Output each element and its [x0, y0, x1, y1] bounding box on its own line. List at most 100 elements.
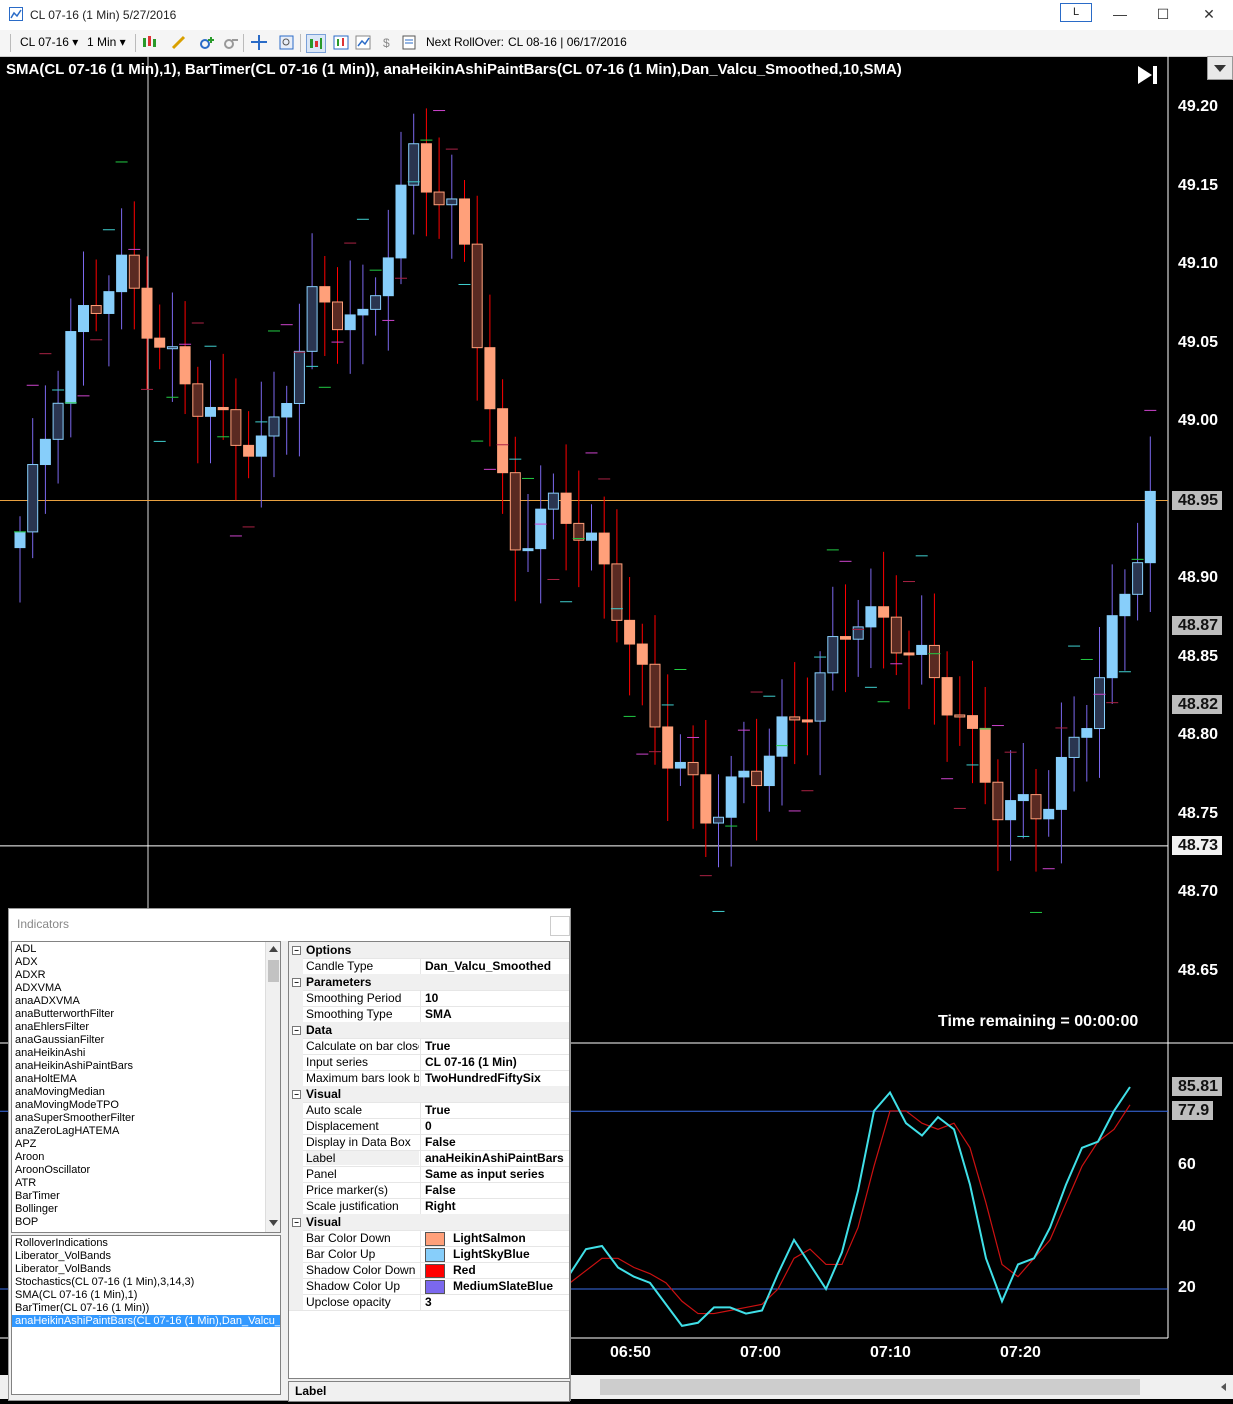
indicator-list-item[interactable]: BarTimer [15, 1190, 60, 1202]
indicator-list-item[interactable]: ADXVMA [15, 982, 61, 994]
indicator-list-item[interactable]: anaHoltEMA [15, 1073, 77, 1085]
property-row[interactable]: Bar Color Up LightSkyBlue [289, 1246, 569, 1263]
property-value[interactable]: CL 07-16 (1 Min) [420, 1054, 569, 1070]
property-category[interactable]: − Visual [289, 1086, 569, 1103]
property-row[interactable]: Displacement 0 [289, 1118, 569, 1135]
property-value[interactable]: Same as input series [420, 1166, 569, 1182]
property-row[interactable]: Maximum bars look back TwoHundredFiftySix [289, 1070, 569, 1087]
indicator-list-item[interactable]: ADX [15, 956, 38, 968]
indicator-list-item[interactable]: anaGaussianFilter [15, 1034, 104, 1046]
property-row[interactable]: Upclose opacity 3 [289, 1294, 569, 1311]
applied-indicator-item[interactable]: RolloverIndications [15, 1237, 108, 1249]
property-row[interactable]: Display in Data Box False [289, 1134, 569, 1151]
bar-chart-icon[interactable] [306, 34, 326, 53]
applied-indicator-item[interactable]: Liberator_VolBands [15, 1263, 111, 1275]
property-row[interactable]: Smoothing Period 10 [289, 990, 569, 1007]
property-row[interactable]: Panel Same as input series [289, 1166, 569, 1183]
property-value[interactable]: True [420, 1102, 569, 1118]
property-row[interactable]: Shadow Color Up MediumSlateBlue [289, 1278, 569, 1295]
property-value[interactable]: Right [420, 1198, 569, 1214]
crosshair-icon[interactable] [250, 34, 268, 51]
dialog-close-button[interactable] [550, 916, 570, 936]
property-value[interactable]: 0 [420, 1118, 569, 1134]
property-value[interactable]: Red [420, 1262, 569, 1278]
interval-selector[interactable]: 1 Min ▾ [87, 35, 126, 49]
indicator-list-item[interactable]: anaMovingMedian [15, 1086, 105, 1098]
time-tick-label: 07:00 [740, 1344, 781, 1361]
collapse-icon[interactable]: − [292, 1090, 301, 1099]
collapse-icon[interactable]: − [292, 978, 301, 987]
property-value[interactable]: SMA [420, 1006, 569, 1022]
properties-icon[interactable] [278, 34, 296, 51]
property-value[interactable]: anaHeikinAshiPaintBars [420, 1150, 569, 1166]
indicator-list-item[interactable]: Bollinger [15, 1203, 58, 1215]
drawing-tool-icon[interactable] [170, 34, 188, 51]
property-value[interactable]: Dan_Valcu_Smoothed [420, 958, 569, 974]
property-row[interactable]: Shadow Color Down Red [289, 1262, 569, 1279]
applied-indicator-item[interactable]: Stochastics(CL 07-16 (1 Min),3,14,3) [15, 1276, 194, 1288]
indicators-icon[interactable] [332, 34, 350, 51]
data-box-icon[interactable] [400, 34, 418, 51]
link-button[interactable]: L [1060, 3, 1092, 22]
indicator-list-item[interactable]: BOP [15, 1216, 38, 1228]
zoom-out-icon[interactable] [222, 34, 240, 51]
property-value[interactable]: MediumSlateBlue [420, 1278, 569, 1294]
indicator-list-item[interactable]: APZ [15, 1138, 36, 1150]
indicator-list-item[interactable]: anaHeikinAshiPaintBars [15, 1060, 133, 1072]
indicator-list-item[interactable]: anaMovingModeTPO [15, 1099, 119, 1111]
property-row[interactable]: Bar Color Down LightSalmon [289, 1230, 569, 1247]
property-category[interactable]: − Options [289, 942, 569, 959]
property-value[interactable]: TwoHundredFiftySix [420, 1070, 569, 1086]
property-value[interactable]: True [420, 1038, 569, 1054]
property-row[interactable]: Auto scale True [289, 1102, 569, 1119]
chevron-down-icon[interactable] [1207, 56, 1233, 80]
chart-style-icon[interactable] [141, 34, 159, 51]
property-row[interactable]: Input series CL 07-16 (1 Min) [289, 1054, 569, 1071]
property-category[interactable]: − Visual [289, 1214, 569, 1231]
applied-indicator-item[interactable]: anaHeikinAshiPaintBars(CL 07-16 (1 Min),… [12, 1315, 280, 1327]
property-row[interactable]: Scale justification Right [289, 1198, 569, 1215]
property-category[interactable]: − Data [289, 1022, 569, 1039]
indicator-list-item[interactable]: ADXR [15, 969, 46, 981]
strategies-icon[interactable] [354, 34, 372, 51]
applied-indicators-list[interactable]: RolloverIndications Liberator_VolBands Lib… [11, 1235, 281, 1395]
instrument-selector[interactable]: CL 07-16 ▾ [20, 35, 78, 49]
zoom-in-icon[interactable] [198, 34, 216, 51]
collapse-icon[interactable]: − [292, 946, 301, 955]
properties-grid[interactable]: − Options Candle Type Dan_Valcu_Smoothed − Pa… [288, 941, 570, 1379]
minimize-button[interactable]: — [1106, 4, 1134, 24]
indicator-list-item[interactable]: anaHeikinAshi [15, 1047, 85, 1059]
indicator-list-item[interactable]: ADL [15, 943, 36, 955]
applied-indicator-item[interactable]: SMA(CL 07-16 (1 Min),1) [15, 1289, 137, 1301]
property-value[interactable]: LightSkyBlue [420, 1246, 569, 1262]
property-row[interactable]: Candle Type Dan_Valcu_Smoothed [289, 958, 569, 975]
applied-indicator-item[interactable]: BarTimer(CL 07-16 (1 Min)) [15, 1302, 149, 1314]
property-row[interactable]: Smoothing Type SMA [289, 1006, 569, 1023]
property-row[interactable]: Price marker(s) False [289, 1182, 569, 1199]
property-value[interactable]: False [420, 1182, 569, 1198]
indicator-list-item[interactable]: anaButterworthFilter [15, 1008, 114, 1020]
property-category[interactable]: − Parameters [289, 974, 569, 991]
close-button[interactable]: ✕ [1195, 4, 1223, 24]
property-row[interactable]: Calculate on bar close True [289, 1038, 569, 1055]
property-value[interactable]: False [420, 1134, 569, 1150]
collapse-icon[interactable]: − [292, 1026, 301, 1035]
indicator-list-item[interactable]: anaSuperSmootherFilter [15, 1112, 135, 1124]
indicator-list-item[interactable]: Aroon [15, 1151, 44, 1163]
property-value[interactable]: 3 [420, 1294, 569, 1310]
applied-indicator-item[interactable]: Liberator_VolBands [15, 1250, 111, 1262]
indicator-list-item[interactable]: anaADXVMA [15, 995, 80, 1007]
dollar-icon[interactable]: $ [378, 34, 396, 51]
available-indicators-list[interactable]: ADL ADX ADXR ADXVMA anaADXVMA anaButterworthF… [11, 941, 281, 1233]
property-value[interactable]: 10 [420, 990, 569, 1006]
indicator-list-item[interactable]: ATR [15, 1177, 36, 1189]
property-row[interactable]: Label anaHeikinAshiPaintBars [289, 1150, 569, 1167]
indicator-list-scrollbar[interactable] [265, 942, 280, 1232]
indicator-list-item[interactable]: anaZeroLagHATEMA [15, 1125, 119, 1137]
maximize-button[interactable]: ☐ [1149, 4, 1177, 24]
property-value[interactable]: LightSalmon [420, 1230, 569, 1246]
scroll-to-end-icon[interactable] [1136, 64, 1160, 86]
indicator-list-item[interactable]: AroonOscillator [15, 1164, 90, 1176]
collapse-icon[interactable]: − [292, 1218, 301, 1227]
indicator-list-item[interactable]: anaEhlersFilter [15, 1021, 89, 1033]
